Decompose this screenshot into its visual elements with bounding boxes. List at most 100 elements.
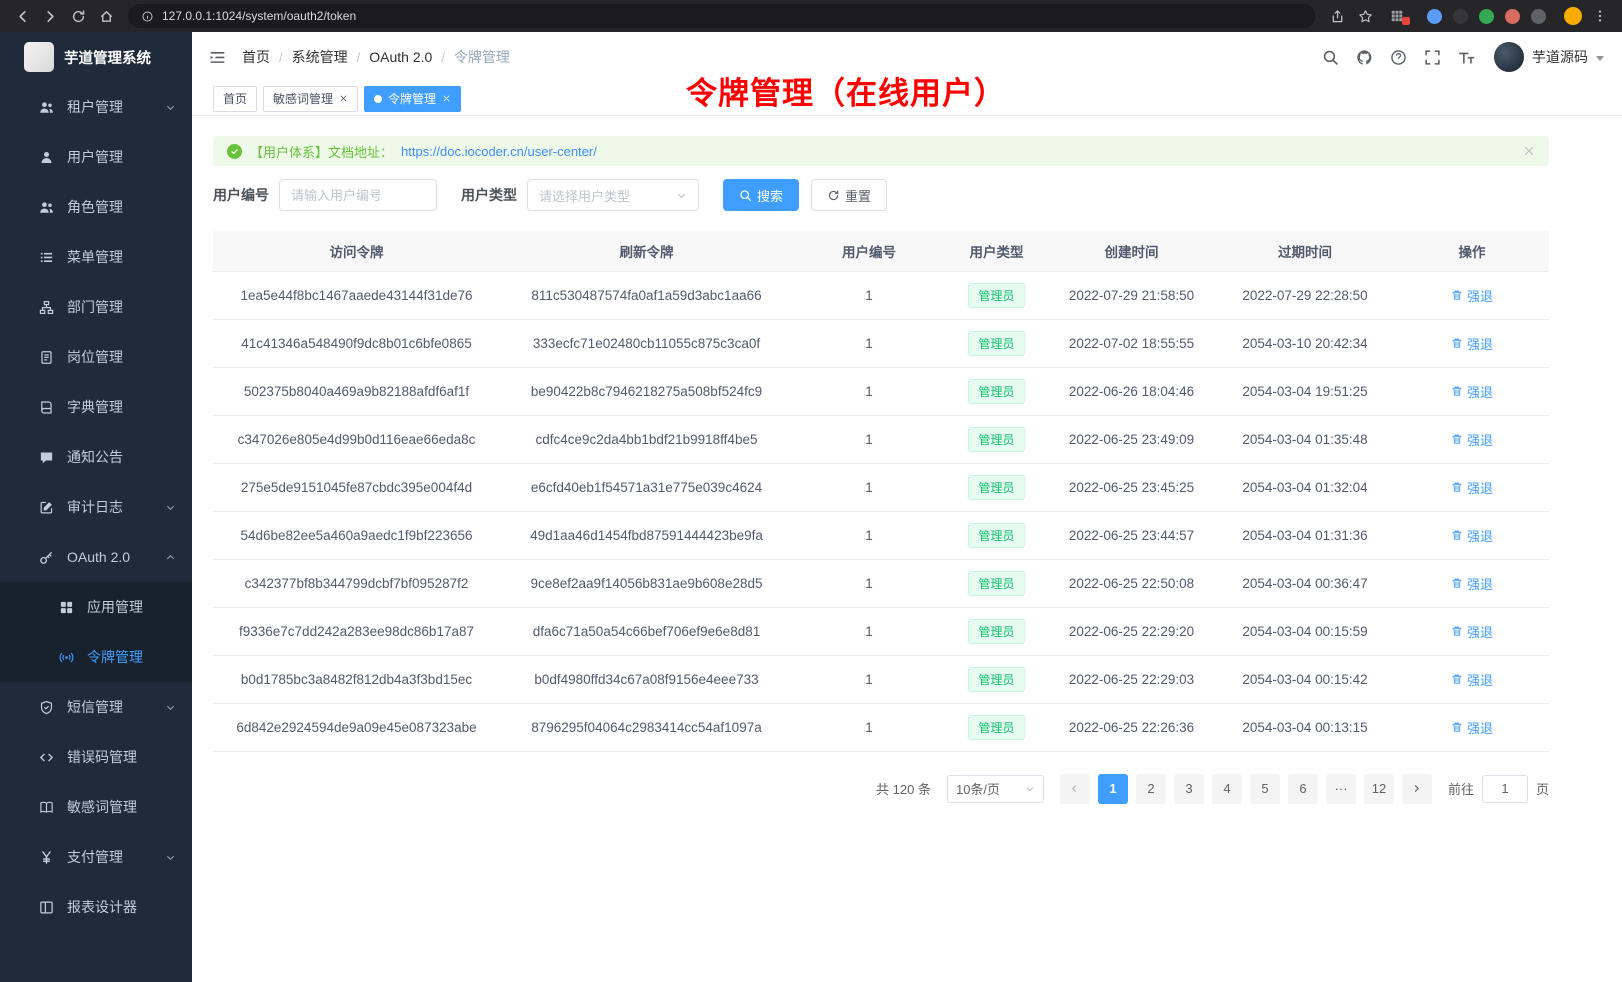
- extension-icon[interactable]: [1453, 9, 1468, 24]
- sidebar-item-error-code[interactable]: 错误码管理: [0, 732, 192, 782]
- user-id-input[interactable]: [279, 179, 437, 211]
- tab-home[interactable]: 首页: [213, 86, 257, 112]
- user-type-tag: 管理员: [968, 715, 1024, 740]
- force-logout-button[interactable]: 强退: [1451, 622, 1493, 641]
- tab-sensitive-word[interactable]: 敏感词管理: [263, 86, 358, 112]
- extension-icon[interactable]: [1479, 9, 1494, 24]
- cell-refresh-token: 333ecfc71e02480cb11055c875c3ca0f: [500, 319, 793, 367]
- breadcrumb-item[interactable]: 系统管理: [292, 47, 348, 67]
- extension-icon[interactable]: [1427, 9, 1442, 24]
- search-button[interactable]: 搜索: [723, 179, 799, 211]
- browser-nav-icons: [10, 4, 118, 28]
- cell-user-id: 1: [793, 367, 945, 415]
- collapse-sidebar-icon[interactable]: [206, 46, 228, 68]
- sidebar-item-dept[interactable]: 部门管理: [0, 282, 192, 332]
- browser-menu-icon[interactable]: [1588, 4, 1612, 28]
- force-logout-button[interactable]: 强退: [1451, 526, 1493, 545]
- reset-button[interactable]: 重置: [811, 179, 887, 211]
- code-icon: [38, 749, 54, 765]
- star-icon[interactable]: [1353, 4, 1377, 28]
- force-logout-button[interactable]: 强退: [1451, 286, 1493, 305]
- page-button-2[interactable]: 2: [1136, 774, 1166, 804]
- search-icon[interactable]: [1322, 49, 1339, 66]
- page-size-select[interactable]: 10条/页: [947, 775, 1044, 803]
- force-logout-button[interactable]: 强退: [1451, 334, 1493, 353]
- force-logout-button[interactable]: 强退: [1451, 382, 1493, 401]
- back-icon[interactable]: [10, 4, 34, 28]
- pagination-total: 共 120 条: [876, 779, 931, 798]
- prev-page-button[interactable]: [1060, 774, 1090, 804]
- sidebar-item-oauth2-application[interactable]: 应用管理: [0, 582, 192, 632]
- tab-oauth2-token[interactable]: 令牌管理: [364, 86, 461, 112]
- force-logout-button[interactable]: 强退: [1451, 430, 1493, 449]
- breadcrumb-item: 令牌管理: [454, 47, 510, 67]
- sidebar-item-audit-log[interactable]: 审计日志: [0, 482, 192, 532]
- page-button-3[interactable]: 3: [1174, 774, 1204, 804]
- cell-access-token: c342377bf8b344799dcbf7bf095287f2: [213, 559, 500, 607]
- cell-refresh-token: 49d1aa46d1454fbd87591444423be9fa: [500, 511, 793, 559]
- forward-icon[interactable]: [38, 4, 62, 28]
- share-icon[interactable]: [1325, 4, 1349, 28]
- page-button-1[interactable]: 1: [1098, 774, 1128, 804]
- app-frame: 芋道管理系统 租户管理用户管理角色管理菜单管理部门管理岗位管理字典管理通知公告审…: [0, 32, 1622, 982]
- breadcrumb-item[interactable]: 首页: [242, 47, 270, 67]
- extension-icon[interactable]: [1531, 9, 1546, 24]
- fullscreen-icon[interactable]: [1424, 49, 1441, 66]
- sidebar-item-tenant[interactable]: 租户管理: [0, 82, 192, 132]
- next-page-button[interactable]: [1402, 774, 1432, 804]
- table-body: 1ea5e44f8bc1467aaede43144f31de76811c5304…: [213, 271, 1549, 751]
- sidebar-item-sensitive-word[interactable]: 敏感词管理: [0, 782, 192, 832]
- font-size-icon[interactable]: [1458, 49, 1475, 66]
- sidebar-item-notice[interactable]: 通知公告: [0, 432, 192, 482]
- table-header-row: 访问令牌刷新令牌用户编号用户类型创建时间过期时间操作: [213, 231, 1549, 271]
- home-icon[interactable]: [94, 4, 118, 28]
- page-button-12[interactable]: 12: [1364, 774, 1394, 804]
- sidebar-item-oauth2-token[interactable]: 令牌管理: [0, 632, 192, 682]
- user-type-select[interactable]: 请选择用户类型: [527, 179, 699, 211]
- reset-button-icon: [827, 189, 840, 202]
- sidebar-item-user[interactable]: 用户管理: [0, 132, 192, 182]
- address-bar[interactable]: 127.0.0.1:1024/system/oauth2/token: [128, 4, 1315, 28]
- sidebar-item-report-designer[interactable]: 报表设计器: [0, 882, 192, 932]
- cell-create-time: 2022-06-25 22:29:20: [1048, 607, 1215, 655]
- sidebar-item-sms[interactable]: 短信管理: [0, 682, 192, 732]
- page-button-6[interactable]: 6: [1288, 774, 1318, 804]
- reload-icon[interactable]: [66, 4, 90, 28]
- breadcrumb-separator: /: [279, 50, 283, 65]
- goto-page-input[interactable]: [1482, 775, 1528, 803]
- force-logout-button[interactable]: 强退: [1451, 478, 1493, 497]
- breadcrumb-item[interactable]: OAuth 2.0: [369, 49, 432, 65]
- sidebar-item-menu[interactable]: 菜单管理: [0, 232, 192, 282]
- app-title: 芋道管理系统: [64, 47, 151, 68]
- alert-doc-link[interactable]: https://doc.iocoder.cn/user-center/: [401, 144, 597, 159]
- pagination-ellipsis[interactable]: ···: [1326, 774, 1356, 804]
- sidebar-item-oauth2[interactable]: OAuth 2.0: [0, 532, 192, 582]
- force-logout-button[interactable]: 强退: [1451, 718, 1493, 737]
- help-icon[interactable]: [1390, 49, 1407, 66]
- tree-icon: [38, 299, 54, 315]
- user-menu[interactable]: 芋道源码: [1494, 42, 1604, 72]
- close-tab-icon[interactable]: [339, 94, 348, 103]
- browser-profile-avatar[interactable]: [1564, 7, 1582, 25]
- force-logout-button[interactable]: 强退: [1451, 574, 1493, 593]
- sidebar-item-pay[interactable]: 支付管理: [0, 832, 192, 882]
- table-row: b0d1785bc3a8482f812db4a3f3bd15ecb0df4980…: [213, 655, 1549, 703]
- page-button-4[interactable]: 4: [1212, 774, 1242, 804]
- app-logo[interactable]: 芋道管理系统: [0, 32, 192, 82]
- extension-icon[interactable]: [1505, 9, 1520, 24]
- sidebar-item-post[interactable]: 岗位管理: [0, 332, 192, 382]
- trash-icon: [1451, 625, 1463, 637]
- cell-access-token: 41c41346a548490f9dc8b01c6bfe0865: [213, 319, 500, 367]
- close-tab-icon[interactable]: [442, 94, 451, 103]
- trash-icon: [1451, 385, 1463, 397]
- book-icon: [38, 399, 54, 415]
- page-button-5[interactable]: 5: [1250, 774, 1280, 804]
- github-icon[interactable]: [1356, 49, 1373, 66]
- sidebar-item-dict[interactable]: 字典管理: [0, 382, 192, 432]
- annotation-overlay: 令牌管理（在线用户）: [686, 68, 1006, 113]
- pagination-pages: 123456···12: [1098, 774, 1394, 804]
- close-alert-icon[interactable]: [1523, 145, 1535, 157]
- force-logout-button[interactable]: 强退: [1451, 670, 1493, 689]
- sidebar-item-role[interactable]: 角色管理: [0, 182, 192, 232]
- site-info-icon[interactable]: [139, 8, 155, 24]
